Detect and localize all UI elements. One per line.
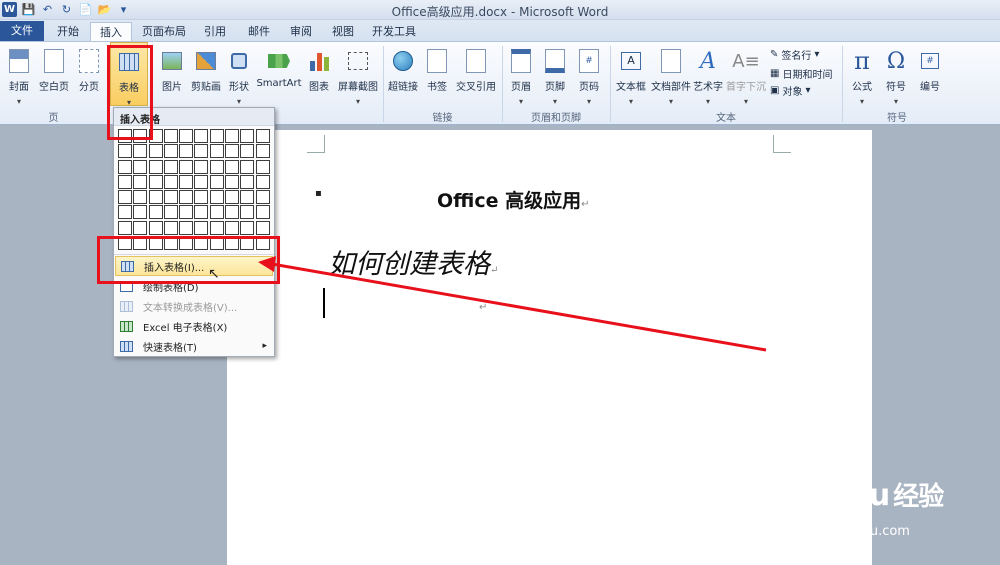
paw-icon — [821, 483, 848, 510]
watermark-logo: Bai du 经验 — [770, 478, 944, 513]
watermark-url: jingyan.baidu.com — [790, 524, 910, 539]
